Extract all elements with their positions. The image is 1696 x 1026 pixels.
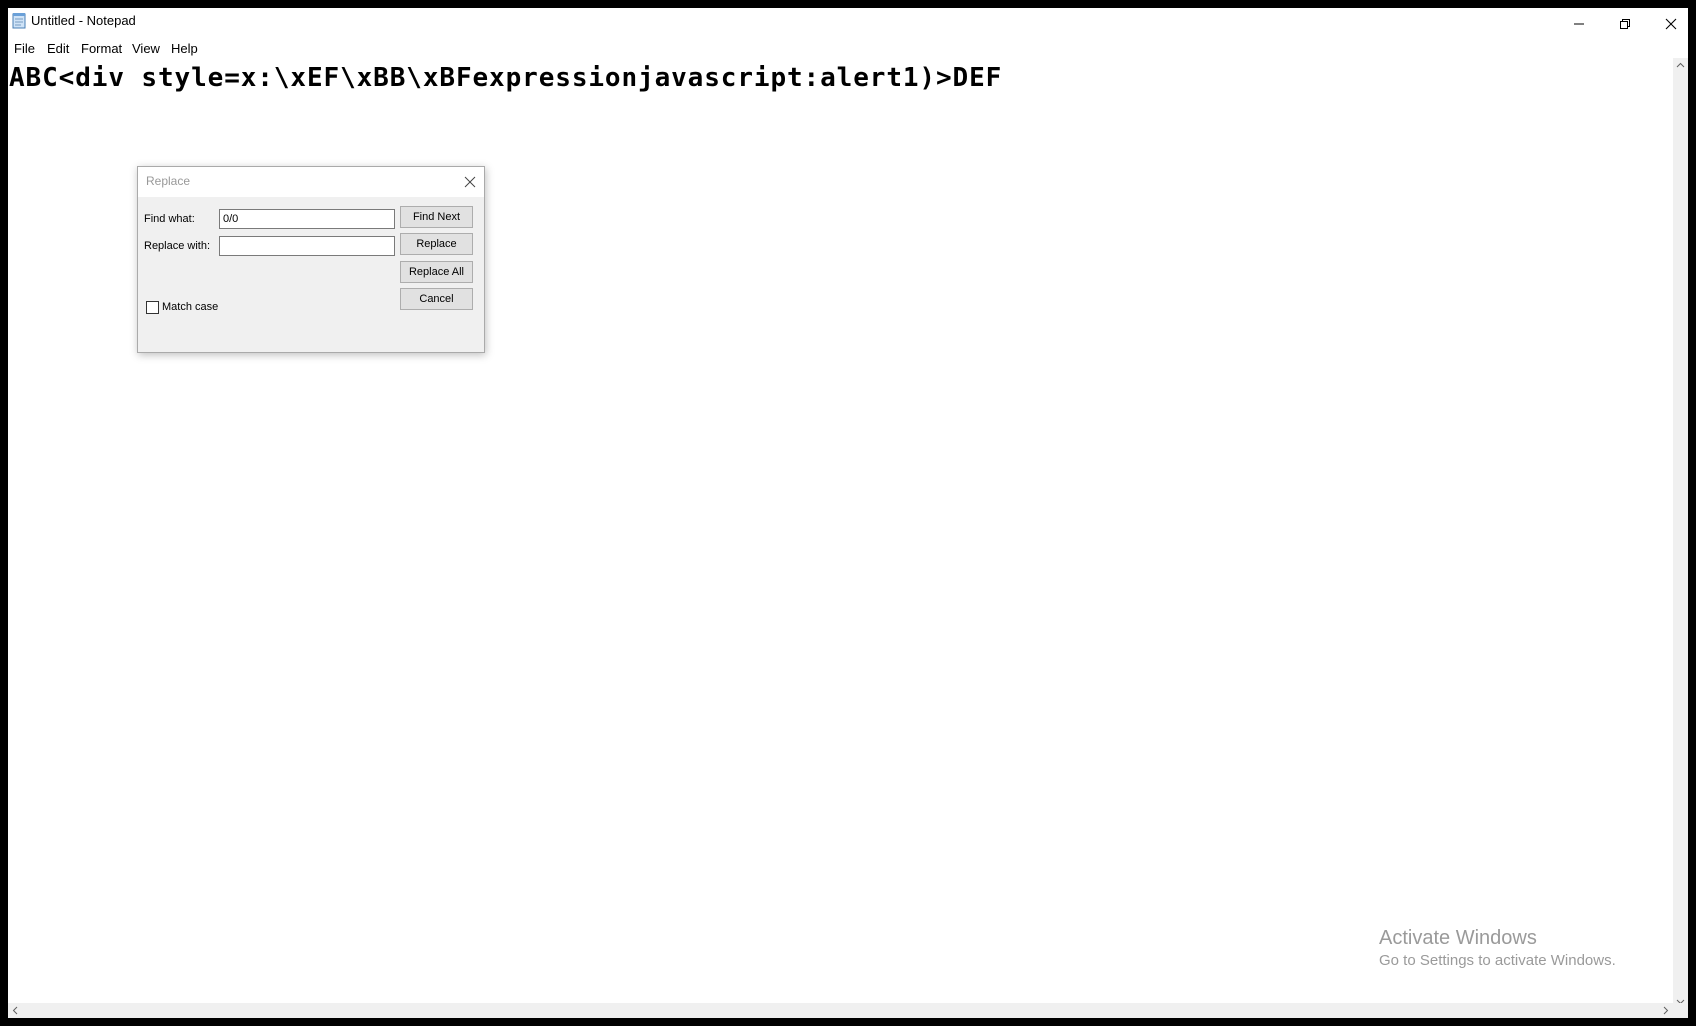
match-case-label[interactable]: Match case — [162, 301, 218, 313]
restore-icon — [1620, 18, 1630, 29]
find-next-button[interactable]: Find Next — [400, 206, 473, 228]
watermark-subtitle: Go to Settings to activate Windows. — [1379, 952, 1616, 969]
scroll-right-icon[interactable] — [1661, 1006, 1670, 1015]
notepad-window: Untitled - Notepad File Edit Format View… — [8, 8, 1688, 1018]
horizontal-scrollbar[interactable] — [8, 1003, 1673, 1018]
close-icon — [1665, 18, 1677, 29]
dialog-title: Replace — [146, 174, 191, 188]
menu-format[interactable]: Format — [75, 40, 128, 57]
replace-button[interactable]: Replace — [400, 233, 473, 255]
scroll-left-icon[interactable] — [11, 1006, 20, 1015]
replace-with-input[interactable] — [219, 236, 395, 256]
title-bar[interactable]: Untitled - Notepad — [8, 8, 1688, 39]
menu-file[interactable]: File — [8, 40, 41, 57]
replace-all-button[interactable]: Replace All — [400, 261, 473, 283]
minimize-icon — [1574, 23, 1584, 24]
menu-help[interactable]: Help — [165, 40, 204, 57]
scroll-up-icon[interactable] — [1676, 61, 1685, 70]
menu-edit[interactable]: Edit — [41, 40, 75, 57]
dialog-title-bar[interactable]: Replace — [138, 167, 484, 197]
vertical-scrollbar[interactable] — [1673, 58, 1688, 1009]
match-case-checkbox[interactable] — [146, 301, 159, 314]
menu-view[interactable]: View — [126, 40, 166, 57]
window-title: Untitled - Notepad — [31, 13, 136, 28]
cancel-button[interactable]: Cancel — [400, 288, 473, 310]
minimize-button[interactable] — [1556, 8, 1602, 39]
activate-windows-watermark: Activate Windows Go to Settings to activ… — [1379, 926, 1616, 972]
menu-bar: File Edit Format View Help — [8, 39, 1688, 58]
close-button[interactable] — [1648, 8, 1694, 39]
replace-with-label: Replace with: — [144, 240, 211, 252]
restore-button[interactable] — [1602, 8, 1648, 39]
find-what-input[interactable]: 0/0 — [219, 209, 395, 229]
notepad-icon — [12, 13, 26, 29]
dialog-close-icon[interactable] — [462, 174, 478, 190]
watermark-title: Activate Windows — [1379, 927, 1537, 949]
scrollbar-corner — [1673, 1003, 1688, 1018]
find-what-label: Find what: — [144, 213, 195, 225]
replace-dialog: Replace Find what: 0/0 Replace with: Fin… — [137, 166, 485, 353]
editor-content[interactable]: ABC<div style=x:\xEF\xBB\xBFexpressionja… — [9, 62, 1002, 94]
